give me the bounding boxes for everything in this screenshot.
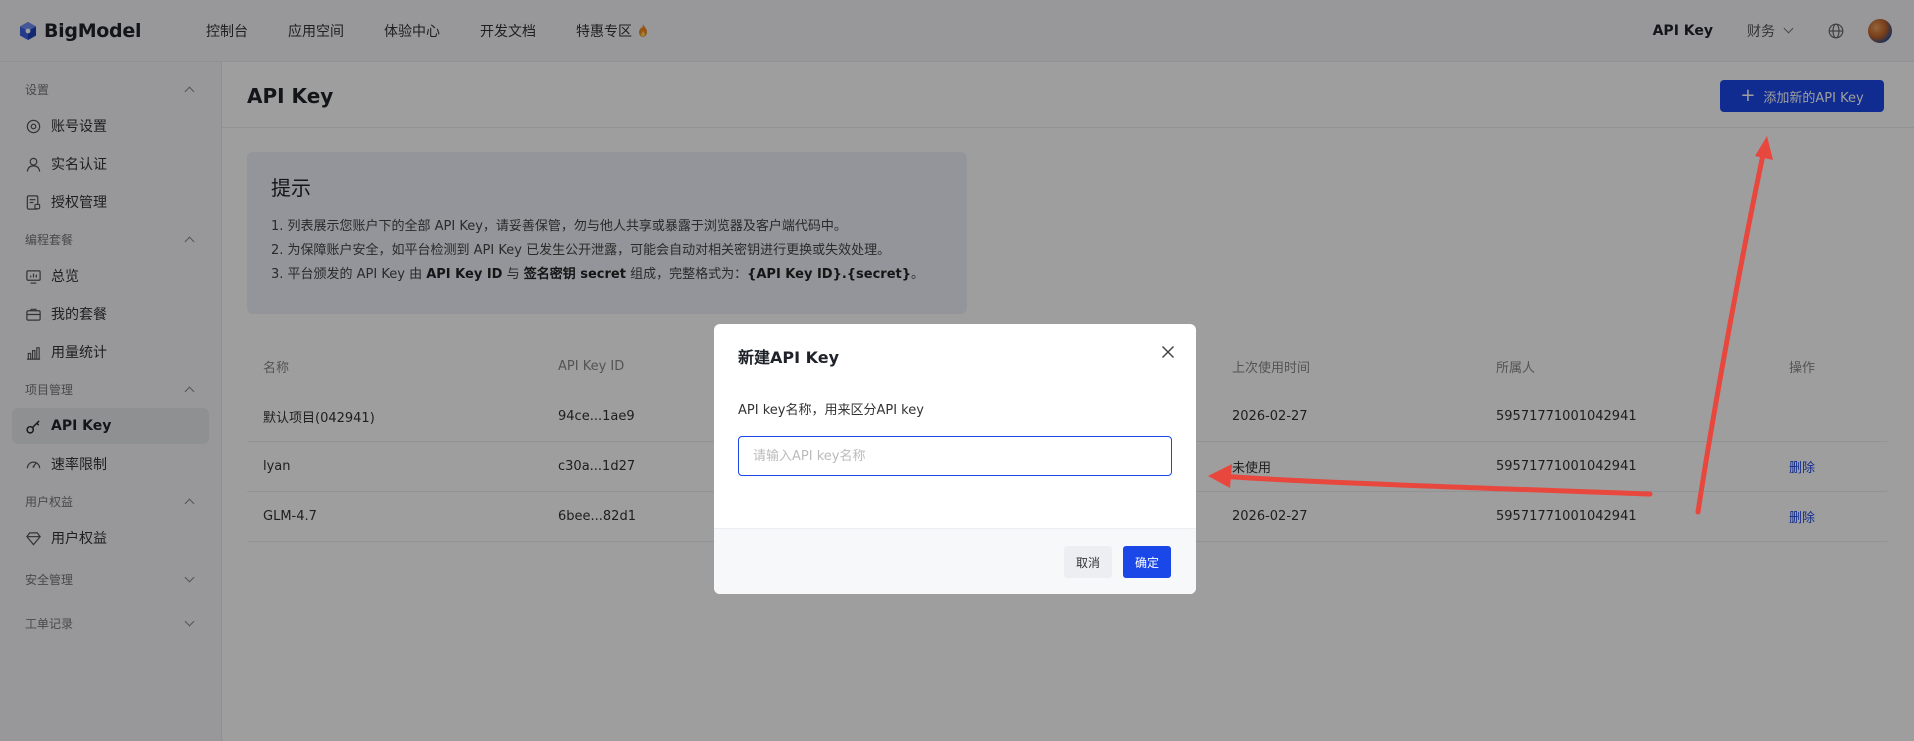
api-key-name-input[interactable] [738,436,1172,476]
dialog-title: 新建API Key [738,348,840,367]
cancel-button[interactable]: 取消 [1064,546,1112,578]
new-api-key-dialog: 新建API Key API key名称，用来区分API key 取消 确定 [714,324,1196,594]
api-key-name-label: API key名称，用来区分API key [738,403,924,418]
confirm-button[interactable]: 确定 [1123,546,1171,578]
dialog-footer: 取消 确定 [714,528,1196,594]
close-icon[interactable] [1158,342,1178,362]
